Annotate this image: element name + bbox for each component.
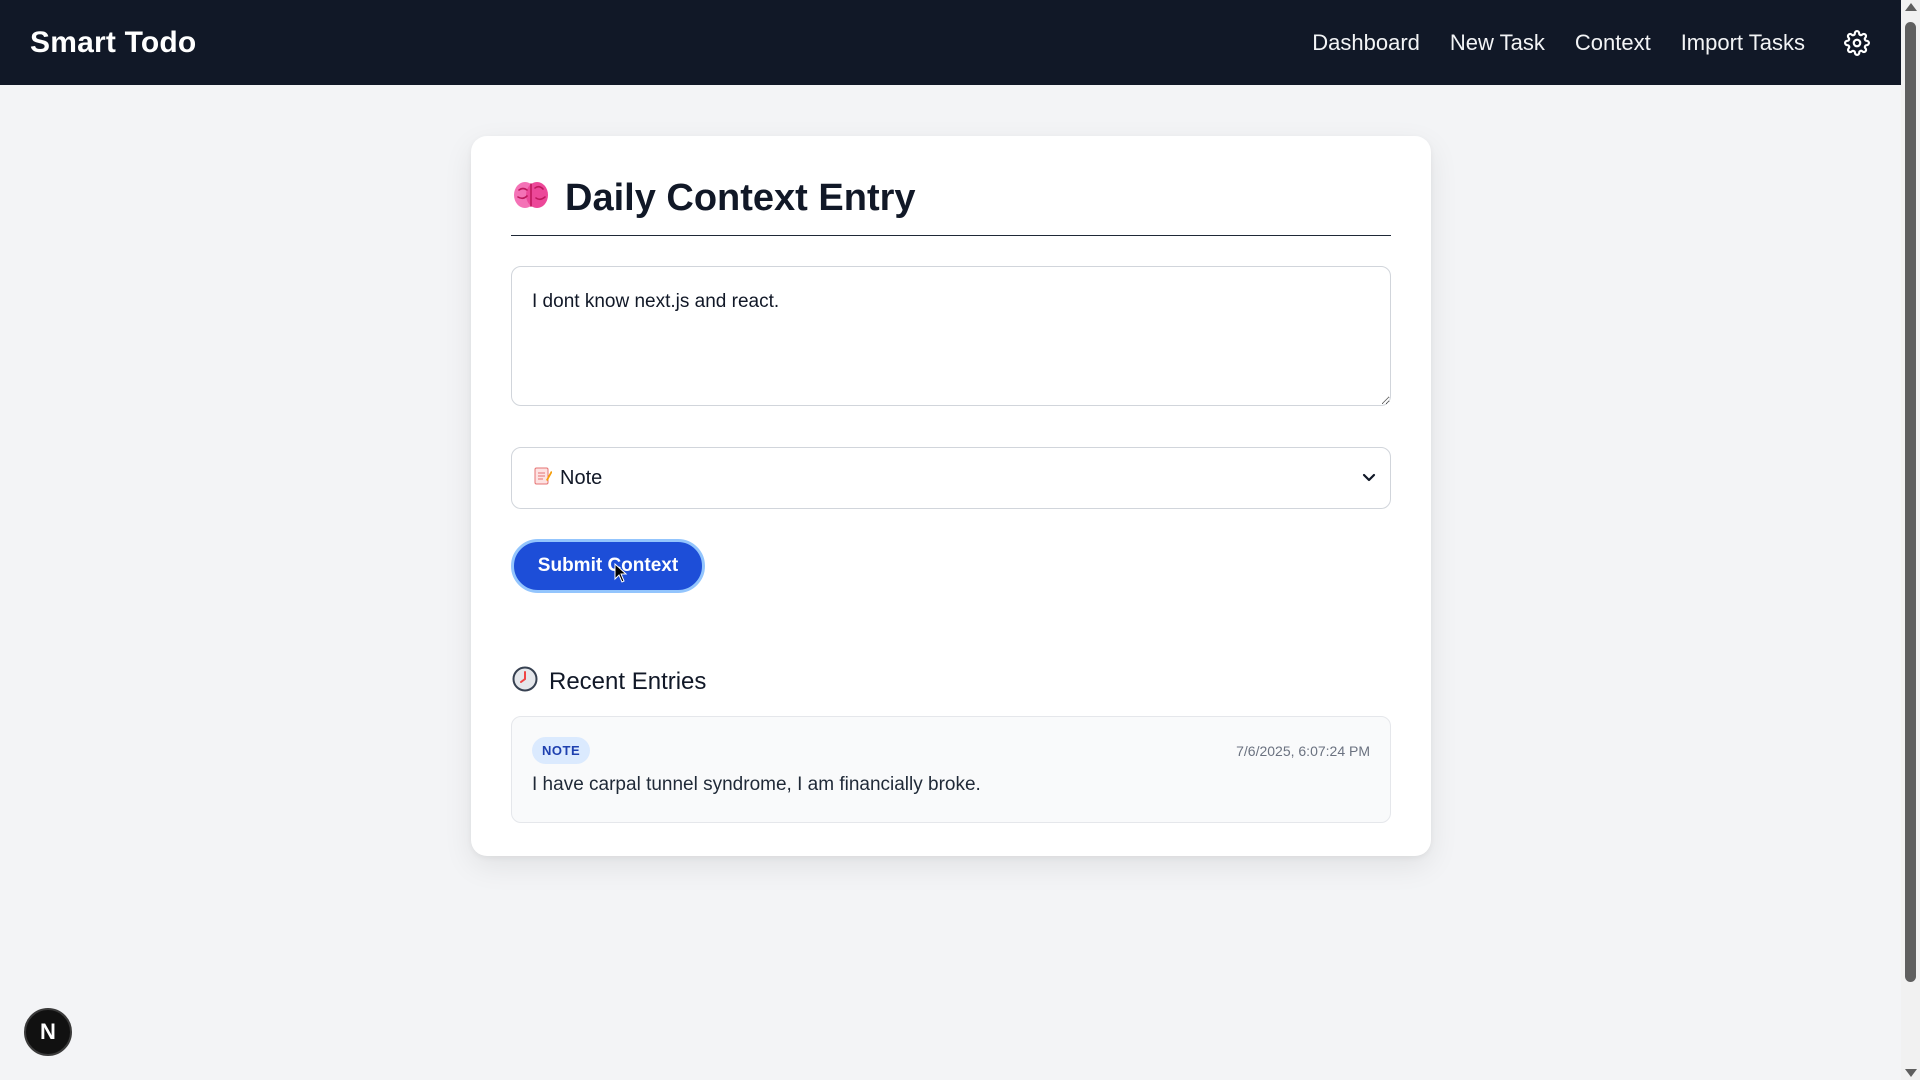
nav-links: Dashboard New Task Context Import Tasks — [1312, 29, 1871, 57]
clock-icon — [511, 665, 539, 698]
gear-icon[interactable] — [1843, 29, 1871, 57]
scroll-up-arrow-icon[interactable] — [1905, 3, 1917, 11]
nav-link-context[interactable]: Context — [1575, 30, 1651, 56]
app-brand[interactable]: Smart Todo — [30, 26, 196, 60]
context-textarea[interactable] — [511, 266, 1391, 406]
brain-icon — [511, 176, 551, 221]
page-scrollbar[interactable] — [1901, 0, 1920, 1080]
recent-entries-title: Recent Entries — [549, 667, 707, 695]
recent-entries-header: Recent Entries — [511, 665, 1391, 698]
entry-text: I have carpal tunnel syndrome, I am fina… — [532, 774, 981, 795]
card-header: Daily Context Entry — [511, 176, 1391, 236]
nav-link-import-tasks[interactable]: Import Tasks — [1681, 30, 1805, 56]
select-selected-value: Note — [560, 466, 603, 489]
page-title: Daily Context Entry — [565, 177, 916, 219]
entry-timestamp: 7/6/2025, 6:07:24 PM — [1236, 742, 1370, 759]
nav-link-dashboard[interactable]: Dashboard — [1312, 30, 1420, 56]
memo-icon — [534, 466, 553, 491]
context-entry-card: Daily Context Entry Note Submit Context … — [471, 136, 1431, 856]
entry-meta: NOTE 7/6/2025, 6:07:24 PM — [532, 737, 1370, 764]
dev-tools-badge[interactable]: N — [24, 1008, 72, 1056]
mouse-cursor-icon — [614, 563, 628, 583]
chevron-down-icon — [1360, 468, 1378, 486]
nav-link-new-task[interactable]: New Task — [1450, 30, 1545, 56]
entry-type-badge: NOTE — [532, 737, 591, 764]
submit-context-button[interactable]: Submit Context — [511, 539, 705, 593]
scroll-down-arrow-icon[interactable] — [1905, 1069, 1917, 1077]
scroll-thumb[interactable] — [1905, 22, 1916, 982]
list-item: NOTE 7/6/2025, 6:07:24 PM I have carpal … — [511, 716, 1391, 823]
entry-type-select[interactable]: Note — [511, 447, 1391, 509]
top-navbar: Smart Todo Dashboard New Task Context Im… — [0, 0, 1901, 85]
